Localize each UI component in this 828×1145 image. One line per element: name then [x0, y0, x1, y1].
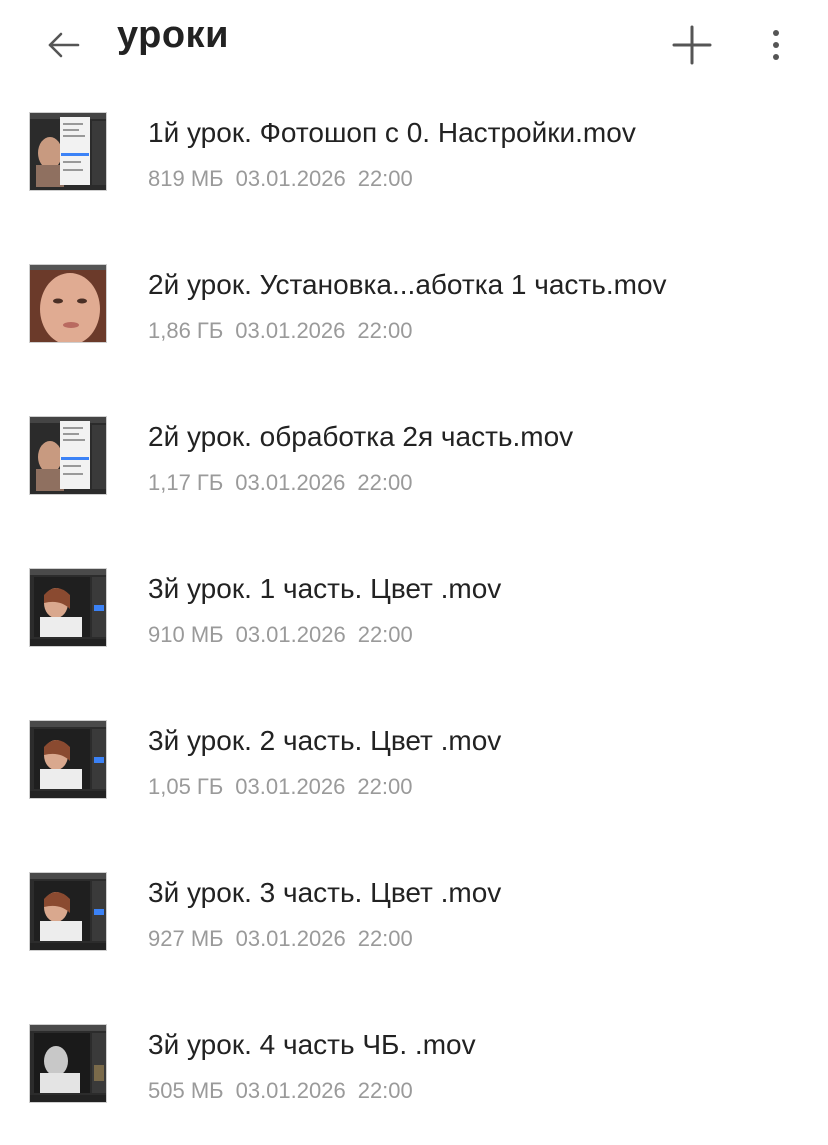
file-size: 505 МБ	[148, 1078, 224, 1103]
file-time: 22:00	[357, 318, 413, 343]
file-time: 22:00	[357, 470, 413, 495]
video-thumbnail-icon	[30, 569, 106, 646]
file-size: 1,86 ГБ	[148, 318, 224, 343]
file-meta: 910 МБ 03.01.2026 22:00	[148, 621, 425, 649]
video-thumbnail-icon	[30, 417, 106, 494]
video-thumbnail-icon	[30, 721, 106, 798]
file-date: 03.01.2026	[235, 470, 346, 495]
file-time: 22:00	[357, 1078, 413, 1103]
file-thumbnail	[29, 416, 107, 495]
file-thumbnail	[29, 1024, 107, 1103]
more-vertical-icon	[773, 30, 779, 60]
file-thumbnail	[29, 720, 107, 799]
video-thumbnail-icon	[30, 113, 106, 190]
back-button[interactable]	[38, 22, 90, 68]
file-meta: 1,86 ГБ 03.01.2026 22:00	[148, 317, 424, 345]
file-size: 910 МБ	[148, 622, 224, 647]
file-date: 03.01.2026	[235, 926, 346, 951]
file-date: 03.01.2026	[235, 318, 346, 343]
file-list-item[interactable]: 2й урок. обработка 2я часть.mov 1,17 ГБ 03…	[0, 394, 828, 546]
file-name: 1й урок. Фотошоп с 0. Настройки.mov	[148, 117, 636, 148]
file-thumbnail	[29, 264, 107, 343]
file-time: 22:00	[357, 166, 413, 191]
file-meta: 927 МБ 03.01.2026 22:00	[148, 925, 425, 953]
file-name: 3й урок. 2 часть. Цвет .mov	[148, 725, 502, 756]
file-meta: 1,17 ГБ 03.01.2026 22:00	[148, 469, 424, 497]
file-date: 03.01.2026	[235, 622, 346, 647]
top-bar: уроки	[0, 0, 828, 90]
file-meta: 819 МБ 03.01.2026 22:00	[148, 165, 425, 193]
file-list-item[interactable]: 3й урок. 4 часть ЧБ. .mov 505 МБ 03.01.202…	[0, 1002, 828, 1145]
file-time: 22:00	[357, 774, 413, 799]
file-list-item[interactable]: 1й урок. Фотошоп с 0. Настройки.mov 819 М…	[0, 90, 828, 242]
file-list-item[interactable]: 3й урок. 2 часть. Цвет .mov 1,05 ГБ 03.01.…	[0, 698, 828, 850]
file-name: 3й урок. 4 часть ЧБ. .mov	[148, 1029, 476, 1060]
file-list-item[interactable]: 2й урок. Установка...аботка 1 часть.mov 1…	[0, 242, 828, 394]
file-meta: 505 МБ 03.01.2026 22:00	[148, 1077, 425, 1105]
file-meta: 1,05 ГБ 03.01.2026 22:00	[148, 773, 424, 801]
page-title: уроки	[117, 14, 229, 56]
file-name: 2й урок. Установка...аботка 1 часть.mov	[148, 269, 667, 300]
file-name: 2й урок. обработка 2я часть.mov	[148, 421, 574, 452]
file-size: 819 МБ	[148, 166, 224, 191]
file-size: 1,17 ГБ	[148, 470, 224, 495]
file-name: 3й урок. 3 часть. Цвет .mov	[148, 877, 502, 908]
file-time: 22:00	[357, 926, 413, 951]
file-browser-screen: уроки 1й урок. Фотошоп с 0. Настройки.mo…	[0, 0, 828, 1145]
video-thumbnail-icon	[30, 265, 106, 342]
file-name: 3й урок. 1 часть. Цвет .mov	[148, 573, 502, 604]
file-list-item[interactable]: 3й урок. 1 часть. Цвет .mov 910 МБ 03.01.2…	[0, 546, 828, 698]
file-date: 03.01.2026	[235, 166, 346, 191]
video-thumbnail-icon	[30, 1025, 106, 1102]
file-list-item[interactable]: 3й урок. 3 часть. Цвет .mov 927 МБ 03.01.2…	[0, 850, 828, 1002]
file-time: 22:00	[357, 622, 413, 647]
file-thumbnail	[29, 872, 107, 951]
more-options-button[interactable]	[756, 22, 796, 68]
video-thumbnail-icon	[30, 873, 106, 950]
file-thumbnail	[29, 568, 107, 647]
arrow-left-icon	[48, 32, 80, 58]
file-date: 03.01.2026	[235, 774, 346, 799]
plus-icon	[672, 25, 712, 65]
file-size: 1,05 ГБ	[148, 774, 224, 799]
add-button[interactable]	[668, 22, 716, 68]
file-date: 03.01.2026	[235, 1078, 346, 1103]
file-thumbnail	[29, 112, 107, 191]
file-size: 927 МБ	[148, 926, 224, 951]
